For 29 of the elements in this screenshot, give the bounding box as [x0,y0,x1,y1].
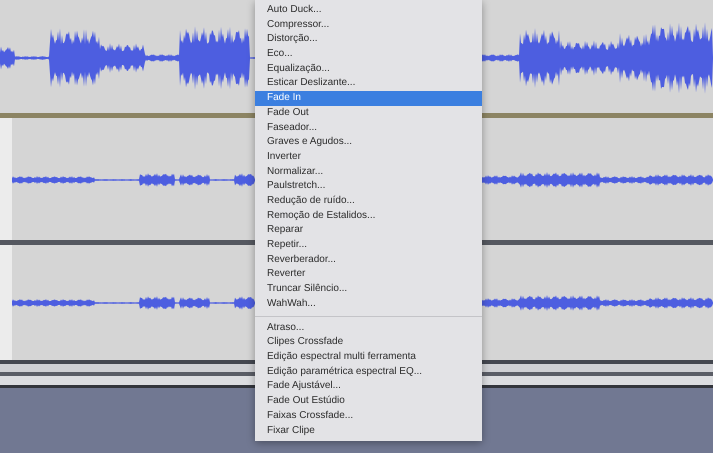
menu-item[interactable]: Reverter [255,267,482,282]
menu-item[interactable]: Paulstretch... [255,179,482,194]
menu-item[interactable]: Fade Out [255,106,482,120]
menu-item[interactable]: Reparar [255,223,482,238]
menu-item[interactable]: Faixas Crossfade... [255,408,482,424]
menu-item[interactable]: Atraso... [255,320,482,336]
menu-item[interactable]: Auto Duck... [255,3,482,18]
menu-item[interactable]: Redução de ruído... [255,194,482,209]
menu-item[interactable]: Distorção... [255,32,482,48]
menu-item[interactable]: Fixar Clipe [255,424,482,438]
menu-item[interactable]: Faseador... [255,120,482,136]
menu-item[interactable]: Eco... [255,47,482,62]
menu-item[interactable]: Edição paramétrica espectral EQ... [255,364,482,380]
menu-item[interactable]: WahWah... [255,296,482,312]
menu-item[interactable]: Fade Out Estúdio [255,394,482,409]
menu-item[interactable]: Compressor... [255,18,482,32]
menu-item[interactable]: Esticar Deslizante... [255,76,482,92]
menu-item[interactable]: Remoção de Estalidos... [255,208,482,224]
menu-item[interactable]: Edição espectral multi ferramenta [255,350,482,365]
menu-item[interactable]: Inverter [255,150,482,165]
menu-item[interactable]: Clipes Crossfade [255,335,482,350]
menu-item[interactable]: Truncar Silêncio... [255,282,482,297]
menu-item[interactable]: Fade In [255,91,482,106]
menu-item[interactable]: Fade Ajustável... [255,379,482,394]
menu-item[interactable]: Graves e Agudos... [255,135,482,150]
menu-item[interactable]: Equalização... [255,62,482,76]
menu-item[interactable]: Reverberador... [255,252,482,268]
menu-item[interactable]: Normalizar... [255,164,482,180]
menu-item[interactable]: Repetir... [255,238,482,253]
